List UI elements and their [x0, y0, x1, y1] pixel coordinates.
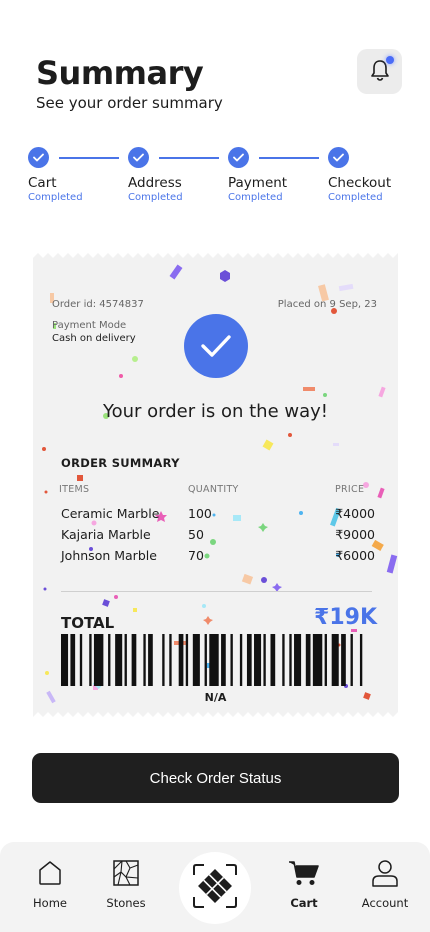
item-quantity: 100 [188, 506, 212, 521]
page-title: Summary [36, 54, 204, 92]
check-icon [328, 147, 349, 168]
notification-button[interactable] [357, 49, 402, 94]
item-name: Ceramic Marble [61, 506, 160, 521]
step-label: Cart [28, 175, 57, 191]
placed-on-date: Placed on 9 Sep, 23 [277, 299, 377, 310]
step-status: Completed [228, 192, 283, 203]
nav-home[interactable]: Home [15, 858, 85, 910]
nav-label: Home [33, 896, 67, 910]
user-icon [350, 858, 420, 888]
page-subtitle: See your order summary [36, 94, 223, 112]
step-label: Address [128, 175, 182, 191]
total-value: ₹19K [314, 605, 377, 630]
nav-label: Stones [106, 896, 146, 910]
bottom-navigation: Home Stones Cart Account [0, 842, 430, 932]
order-summary-title: ORDER SUMMARY [61, 456, 180, 470]
payment-mode-value: Cash on delivery [52, 333, 136, 344]
item-price: ₹6000 [335, 548, 375, 563]
check-order-status-button[interactable]: Check Order Status [32, 753, 399, 803]
stones-icon [91, 858, 161, 888]
order-receipt: Order id: 4574837 Placed on 9 Sep, 23 Pa… [33, 253, 398, 717]
checkout-stepper: Cart Completed Address Completed Payment… [28, 147, 408, 207]
column-header-quantity: QUANTITY [188, 484, 239, 495]
check-icon [128, 147, 149, 168]
step-cart: Cart Completed [28, 147, 83, 203]
scan-icon [192, 863, 238, 913]
nav-cart[interactable]: Cart [269, 858, 339, 910]
step-checkout: Checkout Completed [328, 147, 391, 203]
item-name: Kajaria Marble [61, 527, 151, 542]
step-status: Completed [328, 192, 383, 203]
order-status-message: Your order is on the way! [103, 401, 328, 422]
order-id: Order id: 4574837 [52, 299, 144, 310]
nav-label: Cart [290, 896, 318, 910]
order-barcode [61, 634, 363, 686]
nav-label: Account [361, 896, 409, 910]
item-name: Johnson Marble [61, 548, 157, 563]
notification-dot [386, 56, 394, 64]
receipt-divider [61, 591, 372, 592]
item-price: ₹9000 [335, 527, 375, 542]
item-quantity: 50 [188, 527, 204, 542]
nav-stones[interactable]: Stones [91, 858, 161, 910]
nav-account[interactable]: Account [350, 858, 420, 910]
step-status: Completed [128, 192, 183, 203]
home-icon [15, 858, 85, 888]
step-payment: Payment Completed [228, 147, 287, 203]
check-icon [228, 147, 249, 168]
column-header-items: ITEMS [59, 484, 90, 495]
cart-icon [269, 858, 339, 888]
order-success-icon [184, 314, 248, 378]
nav-scan[interactable] [179, 852, 251, 924]
item-quantity: 70 [188, 548, 204, 563]
total-label: TOTAL [61, 614, 115, 632]
column-header-price: PRICE [335, 484, 365, 495]
step-label: Payment [228, 175, 288, 191]
item-price: ₹4000 [335, 506, 375, 521]
check-icon [28, 147, 49, 168]
barcode-caption: N/A [204, 691, 227, 704]
payment-mode-label: Payment Mode [52, 320, 127, 331]
step-address: Address Completed [128, 147, 183, 203]
step-label: Checkout [328, 175, 392, 191]
page-header: Summary See your order summary [36, 54, 223, 112]
step-status: Completed [28, 192, 83, 203]
